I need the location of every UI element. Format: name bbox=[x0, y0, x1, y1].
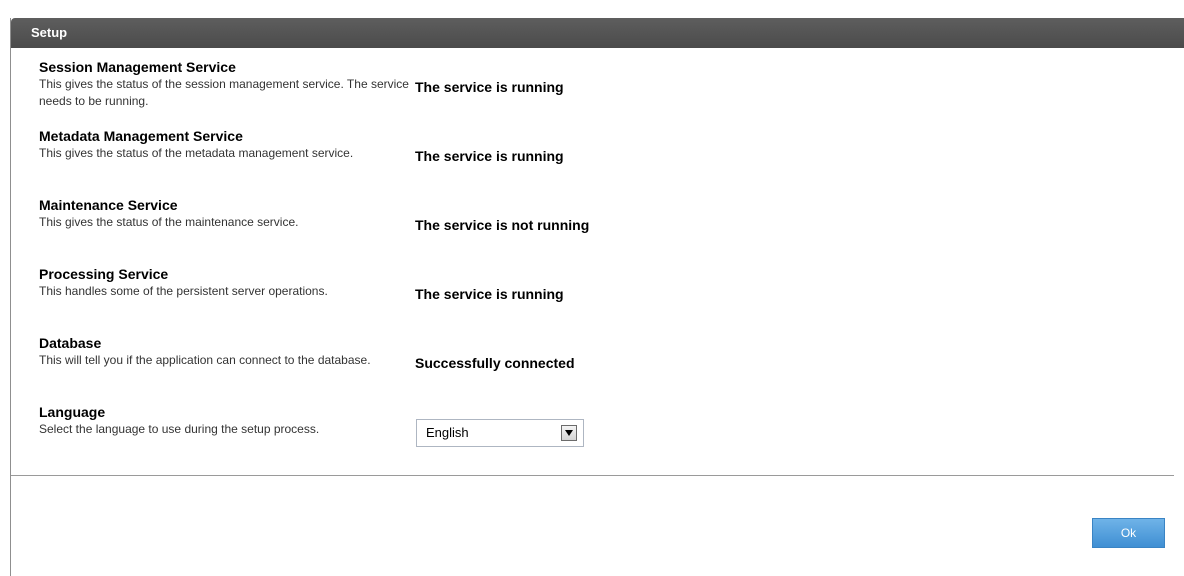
service-row-maintenance: Maintenance Service This gives the statu… bbox=[11, 196, 1184, 265]
service-row-metadata-management: Metadata Management Service This gives t… bbox=[11, 127, 1184, 196]
ok-button[interactable]: Ok bbox=[1092, 518, 1165, 548]
setup-panel: Setup Session Management Service This gi… bbox=[10, 18, 1184, 576]
service-title: Maintenance Service bbox=[39, 197, 178, 213]
service-title: Processing Service bbox=[39, 266, 169, 282]
service-description: This gives the status of the session man… bbox=[39, 77, 409, 108]
language-title: Language bbox=[39, 404, 106, 420]
service-description: This handles some of the persistent serv… bbox=[39, 284, 328, 298]
language-select[interactable]: English bbox=[416, 419, 584, 447]
service-status: Successfully connected bbox=[415, 355, 575, 371]
panel-header: Setup bbox=[11, 18, 1184, 48]
service-description: This gives the status of the metadata ma… bbox=[39, 146, 354, 160]
service-title: Metadata Management Service bbox=[39, 128, 243, 144]
service-title: Session Management Service bbox=[39, 59, 236, 75]
service-status: The service is running bbox=[415, 286, 564, 302]
service-title: Database bbox=[39, 335, 102, 351]
settings-list: Session Management Service This gives th… bbox=[11, 58, 1184, 472]
language-description: Select the language to use during the se… bbox=[39, 422, 320, 436]
language-row: Language Select the language to use duri… bbox=[11, 403, 1184, 472]
service-row-database: Database This will tell you if the appli… bbox=[11, 334, 1184, 403]
chevron-down-icon[interactable] bbox=[561, 425, 577, 441]
service-status: The service is running bbox=[415, 148, 564, 164]
panel-title: Setup bbox=[31, 25, 68, 40]
footer-divider bbox=[11, 475, 1174, 476]
service-row-session-management: Session Management Service This gives th… bbox=[11, 58, 1184, 127]
language-selected-value: English bbox=[426, 425, 469, 440]
service-description: This will tell you if the application ca… bbox=[39, 353, 371, 367]
service-description: This gives the status of the maintenance… bbox=[39, 215, 299, 229]
service-row-processing: Processing Service This handles some of … bbox=[11, 265, 1184, 334]
service-status: The service is not running bbox=[415, 217, 590, 233]
service-status: The service is running bbox=[415, 79, 564, 95]
